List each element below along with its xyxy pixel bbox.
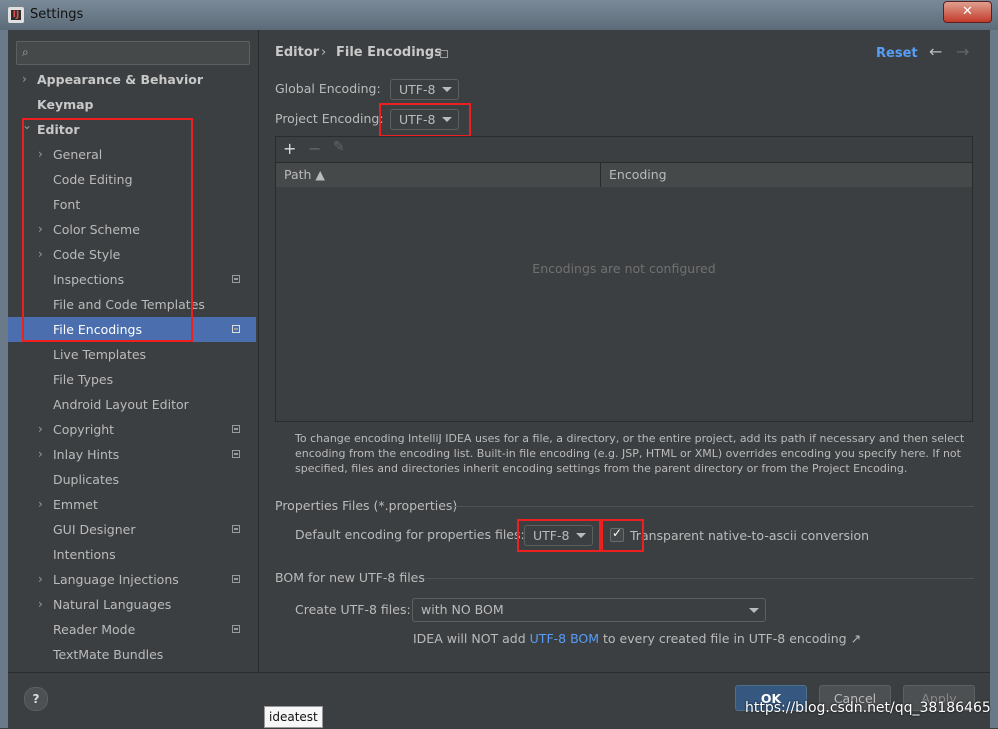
path-encoding-table: + − ✎ Path ▲ Encoding Encodings are not … bbox=[275, 136, 973, 422]
sidebar-item-label: Live Templates bbox=[53, 347, 147, 362]
sidebar-item-language-injections[interactable]: › Language Injections bbox=[8, 567, 256, 592]
sidebar-item-live-templates[interactable]: Live Templates bbox=[8, 342, 256, 367]
project-scope-icon bbox=[232, 625, 240, 633]
watermark-url: https://blog.csdn.net/qq_38186465 bbox=[745, 700, 991, 716]
remove-button[interactable]: − bbox=[308, 139, 321, 158]
combo-value: with NO BOM bbox=[421, 602, 504, 617]
table-header: Path ▲ Encoding bbox=[276, 162, 972, 188]
sidebar-item-label: Language Injections bbox=[53, 572, 179, 587]
sidebar-item-android-layout-editor[interactable]: Android Layout Editor bbox=[8, 392, 256, 417]
sidebar-item-label: Intentions bbox=[53, 547, 116, 562]
project-scope-icon bbox=[232, 525, 240, 533]
annotation-highlight-project-encoding bbox=[379, 103, 471, 137]
empty-table-message: Encodings are not configured bbox=[532, 261, 716, 276]
sidebar-item-label: Appearance & Behavior bbox=[37, 72, 203, 87]
section-divider bbox=[425, 578, 974, 579]
project-encoding-label: Project Encoding: bbox=[275, 111, 384, 126]
sidebar-item-label: GUI Designer bbox=[53, 522, 136, 537]
sidebar-item-label: Emmet bbox=[53, 497, 98, 512]
project-scope-icon bbox=[232, 275, 240, 283]
chevron-right-icon: › bbox=[38, 597, 43, 611]
reset-link[interactable]: Reset bbox=[876, 46, 918, 61]
annotation-highlight-properties-encoding bbox=[517, 519, 601, 552]
table-toolbar: + − ✎ bbox=[276, 137, 972, 162]
dropdown-arrow-icon bbox=[749, 608, 759, 613]
settings-search-input[interactable]: ⌕ bbox=[16, 41, 250, 65]
sidebar-item-intentions[interactable]: Intentions bbox=[8, 542, 256, 567]
properties-section-title: Properties Files (*.properties) bbox=[275, 498, 458, 513]
chevron-right-icon: › bbox=[38, 497, 43, 511]
annotation-highlight-editor bbox=[22, 118, 193, 342]
properties-encoding-label: Default encoding for properties files: bbox=[295, 527, 525, 542]
project-scope-icon bbox=[440, 50, 448, 58]
global-encoding-label: Global Encoding: bbox=[275, 81, 381, 96]
sidebar-item-label: Keymap bbox=[37, 97, 94, 112]
chevron-right-icon: › bbox=[22, 72, 27, 86]
column-header-path[interactable]: Path ▲ bbox=[284, 167, 325, 182]
bom-section-title: BOM for new UTF-8 files bbox=[275, 570, 425, 585]
utf8-bom-link[interactable]: UTF-8 BOM bbox=[530, 631, 599, 646]
sidebar-item-appearance-behavior[interactable]: › Appearance & Behavior bbox=[8, 67, 256, 92]
bom-mode-combo[interactable]: with NO BOM bbox=[412, 598, 766, 622]
sidebar-item-label: Android Layout Editor bbox=[53, 397, 189, 412]
settings-sidebar: ⌕ › Appearance & Behavior Keymap ⌄ Edito… bbox=[8, 30, 259, 672]
sidebar-item-label: Inlay Hints bbox=[53, 447, 120, 462]
intellij-app-icon: IJ bbox=[8, 7, 24, 23]
combo-value: UTF-8 bbox=[399, 82, 436, 97]
page-title: File Encodings bbox=[336, 45, 442, 60]
native-to-ascii-label[interactable]: Transparent native-to-ascii conversion bbox=[630, 528, 869, 543]
window-close-button[interactable]: ✕ bbox=[943, 1, 992, 23]
back-arrow-icon[interactable]: ← bbox=[929, 42, 942, 61]
dropdown-arrow-icon bbox=[442, 87, 452, 92]
add-button[interactable]: + bbox=[283, 139, 296, 158]
sidebar-item-copyright[interactable]: › Copyright bbox=[8, 417, 256, 442]
sidebar-item-gui-designer[interactable]: GUI Designer bbox=[8, 517, 256, 542]
sidebar-item-label: Reader Mode bbox=[53, 622, 136, 637]
help-button[interactable]: ? bbox=[24, 687, 48, 711]
table-body[interactable]: Encodings are not configured bbox=[276, 187, 972, 421]
sidebar-item-emmet[interactable]: › Emmet bbox=[8, 492, 256, 517]
project-scope-icon bbox=[232, 325, 240, 333]
settings-content-panel: Editor › File Encodings Reset ← → Global… bbox=[259, 30, 990, 672]
bom-note-text: IDEA will NOT add bbox=[413, 631, 530, 646]
annotation-highlight-checkbox bbox=[601, 519, 644, 552]
sidebar-item-textmate-bundles[interactable]: TextMate Bundles bbox=[8, 642, 256, 667]
sidebar-item-keymap[interactable]: Keymap bbox=[8, 92, 256, 117]
section-divider bbox=[452, 506, 974, 507]
sidebar-item-inlay-hints[interactable]: › Inlay Hints bbox=[8, 442, 256, 467]
sidebar-item-label: Duplicates bbox=[53, 472, 120, 487]
edit-pencil-icon[interactable]: ✎ bbox=[333, 139, 345, 155]
column-header-encoding[interactable]: Encoding bbox=[609, 167, 667, 182]
title-bar: IJ Settings ✕ bbox=[0, 0, 998, 30]
sidebar-item-reader-mode[interactable]: Reader Mode bbox=[8, 617, 256, 642]
breadcrumb-separator: › bbox=[321, 45, 327, 60]
sidebar-item-natural-languages[interactable]: › Natural Languages bbox=[8, 592, 256, 617]
sidebar-item-label: TextMate Bundles bbox=[53, 647, 164, 662]
project-scope-icon bbox=[232, 450, 240, 458]
window-frame-left bbox=[0, 30, 8, 728]
column-divider[interactable] bbox=[600, 163, 601, 187]
chevron-right-icon: › bbox=[38, 572, 43, 586]
encoding-hint-text: To change encoding IntelliJ IDEA uses fo… bbox=[295, 432, 965, 475]
sidebar-item-label: File Types bbox=[53, 372, 114, 387]
sidebar-item-file-types[interactable]: File Types bbox=[8, 367, 256, 392]
window-title: Settings bbox=[30, 7, 84, 22]
project-tooltip: ideatest bbox=[264, 706, 323, 728]
create-utf8-label: Create UTF-8 files: bbox=[295, 602, 411, 617]
bom-note: IDEA will NOT add UTF-8 BOM to every cre… bbox=[413, 631, 861, 646]
chevron-right-icon: › bbox=[38, 422, 43, 436]
project-scope-icon bbox=[232, 575, 240, 583]
sidebar-item-label: Copyright bbox=[53, 422, 115, 437]
sidebar-item-label: Natural Languages bbox=[53, 597, 172, 612]
forward-arrow-icon[interactable]: → bbox=[956, 42, 969, 61]
chevron-right-icon: › bbox=[38, 447, 43, 461]
search-icon: ⌕ bbox=[22, 45, 29, 59]
sidebar-item-duplicates[interactable]: Duplicates bbox=[8, 467, 256, 492]
window-frame-right bbox=[990, 30, 998, 728]
bom-note-text: to every created file in UTF-8 encoding … bbox=[599, 631, 862, 646]
breadcrumb-editor[interactable]: Editor bbox=[275, 45, 319, 60]
global-encoding-combo[interactable]: UTF-8 bbox=[390, 79, 459, 100]
project-scope-icon bbox=[232, 425, 240, 433]
